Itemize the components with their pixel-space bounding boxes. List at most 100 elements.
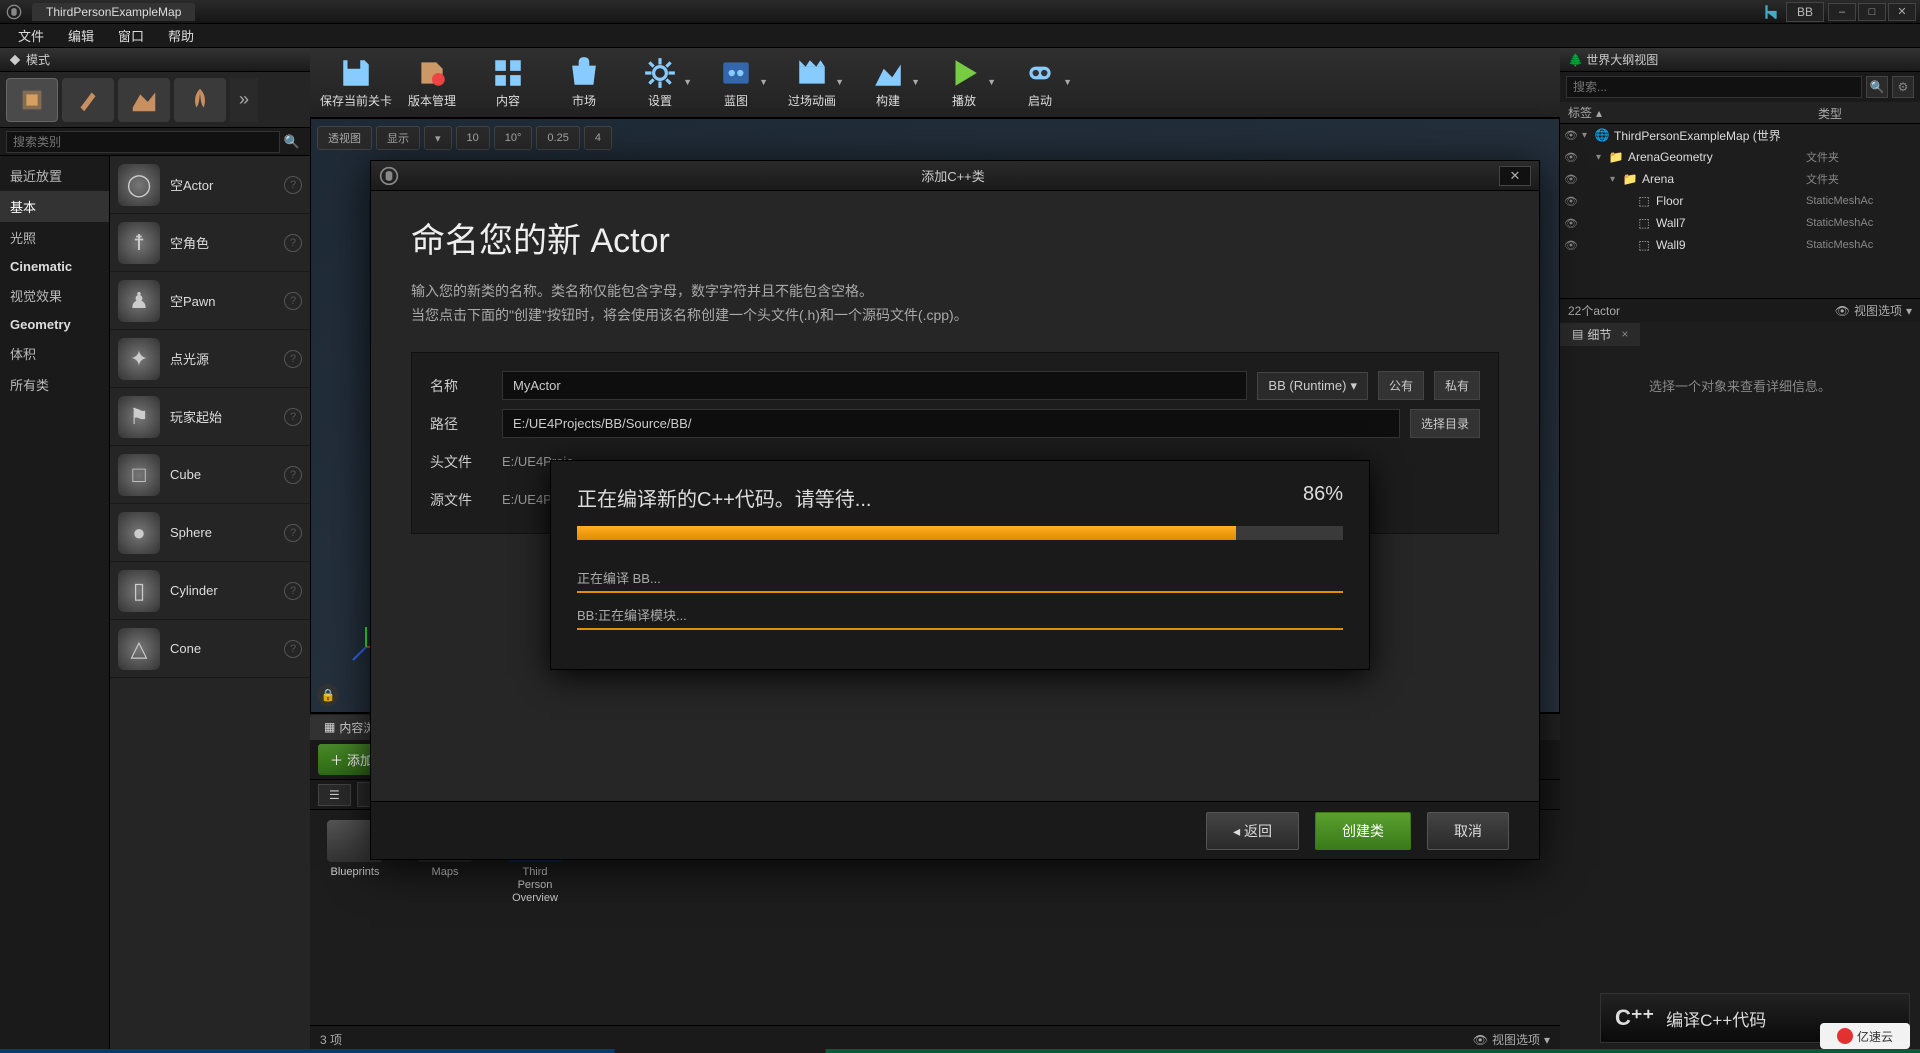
modal-close-button[interactable]: ✕: [1499, 166, 1531, 186]
choose-folder-button[interactable]: 选择目录: [1410, 409, 1480, 438]
visibility-eye-icon[interactable]: 👁: [1564, 239, 1582, 252]
search-icon[interactable]: 🔍: [1866, 76, 1888, 98]
mode-category[interactable]: 最近放置: [0, 160, 109, 191]
mode-category[interactable]: 体积: [0, 338, 109, 369]
toolbar-market-button[interactable]: 市场: [548, 53, 620, 113]
help-icon[interactable]: ?: [284, 408, 302, 426]
toolbar-source-button[interactable]: 版本管理: [396, 53, 468, 113]
path-input[interactable]: [502, 409, 1400, 438]
viewport-toolbar-button[interactable]: 显示: [376, 126, 420, 150]
outliner-row[interactable]: 👁▾📁ArenaGeometry文件夹: [1560, 146, 1920, 168]
outliner-row[interactable]: 👁⬚Wall7StaticMeshAc: [1560, 212, 1920, 234]
toolbar-build-button[interactable]: 构建▼: [852, 53, 924, 113]
mode-landscape-button[interactable]: [118, 78, 170, 122]
help-icon[interactable]: ?: [284, 524, 302, 542]
viewport-lock-icon[interactable]: 🔒: [317, 684, 339, 706]
help-icon[interactable]: ?: [284, 350, 302, 368]
dropdown-caret-icon[interactable]: ▼: [911, 77, 920, 87]
mode-foliage-button[interactable]: [174, 78, 226, 122]
sort-caret-icon[interactable]: ▴: [1596, 106, 1602, 120]
close-button[interactable]: ✕: [1888, 3, 1916, 21]
visibility-eye-icon[interactable]: 👁: [1564, 129, 1582, 142]
search-icon[interactable]: 🔍: [280, 130, 304, 154]
mode-place-button[interactable]: [6, 78, 58, 122]
expand-caret-icon[interactable]: ▾: [1610, 174, 1622, 185]
viewport-toolbar-button[interactable]: 10°: [494, 126, 533, 150]
menu-window[interactable]: 窗口: [106, 26, 156, 45]
create-class-button[interactable]: 创建类: [1315, 812, 1411, 850]
cancel-button[interactable]: 取消: [1427, 812, 1509, 850]
toolbar-save-button[interactable]: 保存当前关卡: [320, 53, 392, 113]
modes-panel-tab[interactable]: 模式: [0, 48, 310, 72]
placeable-actor-item[interactable]: ✦点光源?: [110, 330, 310, 388]
menu-edit[interactable]: 编辑: [56, 26, 106, 45]
content-view-options[interactable]: 👁视图选项▾: [1473, 1031, 1550, 1048]
close-tab-icon[interactable]: ×: [1621, 327, 1628, 341]
back-button[interactable]: 返回: [1206, 812, 1299, 850]
toolbar-content-button[interactable]: 内容: [472, 53, 544, 113]
maximize-button[interactable]: □: [1858, 3, 1886, 21]
dropdown-caret-icon[interactable]: ▼: [835, 77, 844, 87]
visibility-eye-icon[interactable]: 👁: [1564, 173, 1582, 186]
visibility-eye-icon[interactable]: 👁: [1564, 151, 1582, 164]
sources-toggle-button[interactable]: ☰: [318, 784, 351, 806]
outliner-search-input[interactable]: [1566, 76, 1862, 98]
expand-caret-icon[interactable]: ▾: [1582, 130, 1594, 141]
visibility-eye-icon[interactable]: 👁: [1564, 217, 1582, 230]
outliner-tab[interactable]: 🌲 世界大纲视图: [1560, 48, 1920, 72]
help-icon[interactable]: ?: [284, 234, 302, 252]
modes-search-input[interactable]: [6, 131, 280, 153]
toolbar-blueprint-button[interactable]: 蓝图▼: [700, 53, 772, 113]
dropdown-caret-icon[interactable]: ▼: [1063, 77, 1072, 87]
help-icon[interactable]: ?: [284, 176, 302, 194]
placeable-actor-item[interactable]: ☨空角色?: [110, 214, 310, 272]
menu-file[interactable]: 文件: [6, 26, 56, 45]
menu-help[interactable]: 帮助: [156, 26, 206, 45]
outliner-row[interactable]: 👁▾📁Arena文件夹: [1560, 168, 1920, 190]
runtime-dropdown[interactable]: BB (Runtime)▾: [1257, 372, 1368, 400]
help-icon[interactable]: ?: [284, 582, 302, 600]
placeable-actor-item[interactable]: ⚑玩家起始?: [110, 388, 310, 446]
mode-more-button[interactable]: »: [230, 78, 258, 122]
mode-category[interactable]: Cinematic: [0, 253, 109, 280]
mode-category[interactable]: 基本: [0, 191, 109, 222]
outliner-row[interactable]: 👁▾🌐ThirdPersonExampleMap (世界: [1560, 124, 1920, 146]
outliner-view-options[interactable]: 👁视图选项▾: [1835, 302, 1912, 319]
mode-paint-button[interactable]: [62, 78, 114, 122]
help-icon[interactable]: ?: [284, 292, 302, 310]
public-button[interactable]: 公有: [1378, 371, 1424, 400]
placeable-actor-item[interactable]: ●Sphere?: [110, 504, 310, 562]
dropdown-caret-icon[interactable]: ▼: [987, 77, 996, 87]
toolbar-settings-button[interactable]: 设置▼: [624, 53, 696, 113]
help-icon[interactable]: ?: [284, 466, 302, 484]
help-icon[interactable]: ?: [284, 640, 302, 658]
viewport-toolbar-button[interactable]: ▾: [424, 126, 452, 150]
toolbar-launch-button[interactable]: 启动▼: [1004, 53, 1076, 113]
project-name-box[interactable]: BB: [1786, 2, 1824, 22]
details-tab[interactable]: ▤细节×: [1560, 323, 1640, 346]
minimize-button[interactable]: –: [1828, 3, 1856, 21]
placeable-actor-item[interactable]: ◯空Actor?: [110, 156, 310, 214]
mode-category[interactable]: 所有类: [0, 369, 109, 400]
outliner-row[interactable]: 👁⬚FloorStaticMeshAc: [1560, 190, 1920, 212]
mode-category[interactable]: 光照: [0, 222, 109, 253]
placeable-actor-item[interactable]: ♟空Pawn?: [110, 272, 310, 330]
viewport-toolbar-button[interactable]: 4: [584, 126, 612, 150]
toolbar-cinematic-button[interactable]: 过场动画▼: [776, 53, 848, 113]
viewport-toolbar-button[interactable]: 0.25: [536, 126, 579, 150]
class-name-input[interactable]: [502, 371, 1247, 400]
dropdown-caret-icon[interactable]: ▼: [759, 77, 768, 87]
placeable-actor-item[interactable]: ▯Cylinder?: [110, 562, 310, 620]
mode-category[interactable]: Geometry: [0, 311, 109, 338]
placeable-actor-item[interactable]: △Cone?: [110, 620, 310, 678]
map-tab[interactable]: ThirdPersonExampleMap: [32, 3, 195, 21]
outliner-options-icon[interactable]: ⚙: [1892, 76, 1914, 98]
private-button[interactable]: 私有: [1434, 371, 1480, 400]
viewport-toolbar-button[interactable]: 透视图: [317, 126, 372, 150]
visibility-eye-icon[interactable]: 👁: [1564, 195, 1582, 208]
outliner-row[interactable]: 👁⬚Wall9StaticMeshAc: [1560, 234, 1920, 256]
placeable-actor-item[interactable]: □Cube?: [110, 446, 310, 504]
viewport-toolbar-button[interactable]: 10: [456, 126, 490, 150]
toolbar-play-button[interactable]: 播放▼: [928, 53, 1000, 113]
mode-category[interactable]: 视觉效果: [0, 280, 109, 311]
